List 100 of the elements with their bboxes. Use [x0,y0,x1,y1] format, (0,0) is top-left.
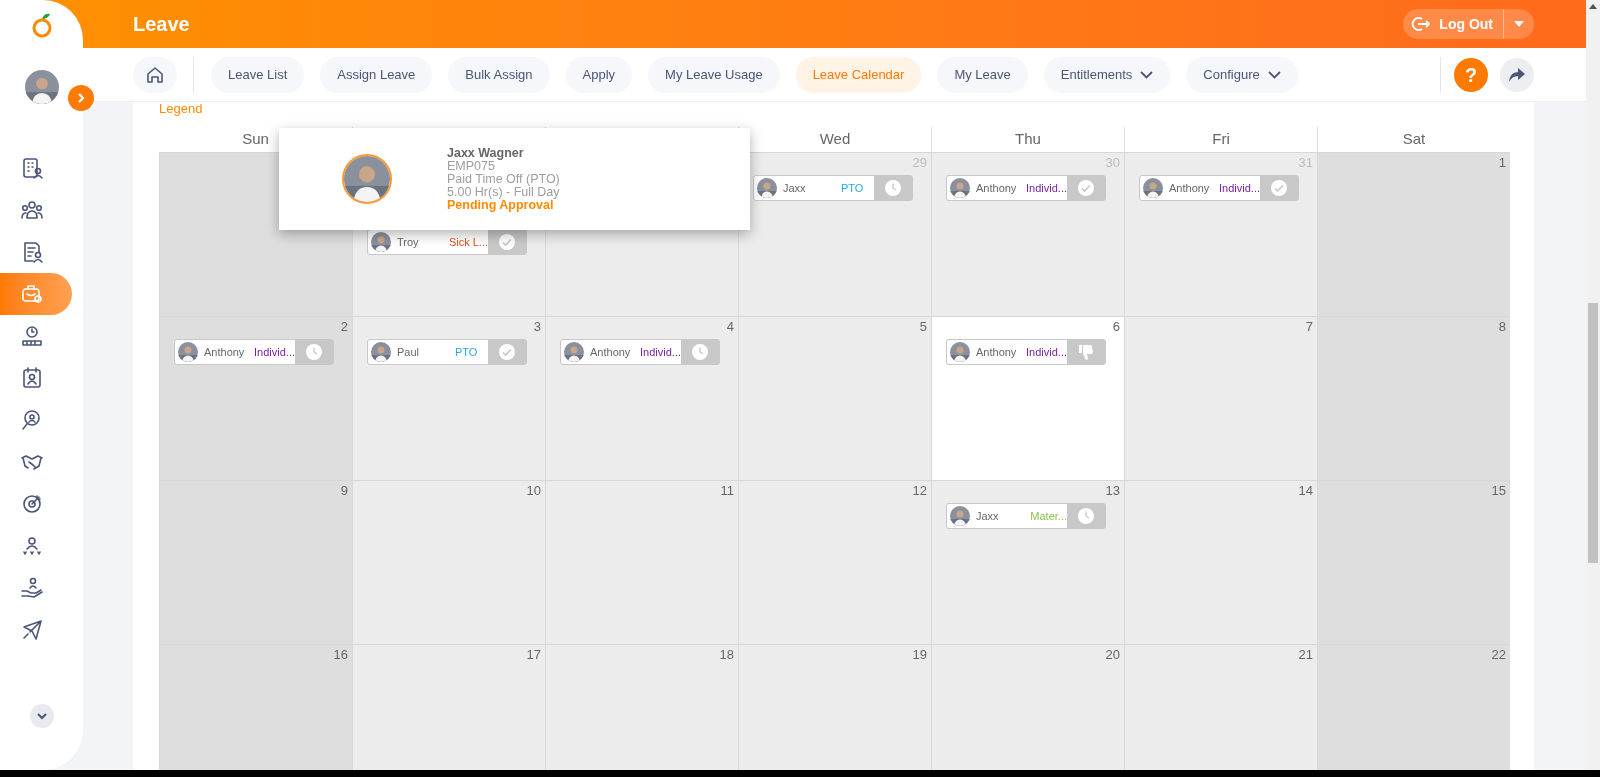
leave-type: Individ... [254,344,295,360]
date-number: 12 [912,482,927,500]
day-cell[interactable]: 6 Anthony Individ... [931,316,1124,480]
chevron-right-icon [76,92,86,104]
leave-event[interactable]: Troy Sick L... [367,229,527,255]
home-button[interactable] [133,56,177,93]
day-cell[interactable]: 3 Paul PTO [352,316,545,480]
logout-icon [1411,15,1432,33]
caret-icon [1514,21,1524,27]
nav-tab[interactable]: Apply [565,56,633,93]
employee-name: Anthony [590,344,632,360]
day-cell[interactable]: 16 [159,644,352,770]
leave-type: Individ... [640,344,681,360]
people-icon [20,198,44,222]
date-number: 2 [340,318,348,336]
employee-name: Paul [397,344,421,360]
day-cell[interactable]: 2 Anthony Individ... [159,316,352,480]
hand-person-icon [20,576,44,600]
day-cell[interactable]: 19 [738,644,931,770]
leave-event[interactable]: Paul PTO [367,339,527,365]
leave-event[interactable]: Jaxx PTO [753,175,913,201]
nav-tab[interactable]: My Leave [937,56,1028,93]
sidebar-item[interactable] [0,273,72,315]
person-stars-icon [20,534,44,558]
day-cell[interactable]: 14 [1124,480,1317,644]
leave-event[interactable]: Anthony Individ... [560,339,720,365]
date-number: 22 [1491,646,1506,664]
target-icon [20,492,44,516]
day-cell[interactable]: 21 [1124,644,1317,770]
scroll-up-icon[interactable] [1589,4,1597,9]
expand-button[interactable] [68,85,94,111]
weekday-header: Thu [1015,129,1041,150]
day-cell[interactable]: 18 [545,644,738,770]
day-cell[interactable]: 10 [352,480,545,644]
day-cell[interactable]: 20 [931,644,1124,770]
leave-type: Individ... [1026,180,1067,196]
airplane-icon [20,618,44,642]
date-number: 19 [912,646,927,664]
date-number: 7 [1305,318,1313,336]
leave-type: Mater... [1030,508,1067,524]
date-number: 4 [726,318,734,336]
page-title: Leave [133,12,190,37]
employee-id: EMP075 [447,159,495,173]
briefcase-gear-icon [20,282,44,306]
day-cell[interactable]: 13 Jaxx Mater... [931,480,1124,644]
date-number: 10 [526,482,541,500]
building-person-icon [20,156,44,180]
day-cell[interactable]: 1 [1317,152,1510,316]
calendar-person-icon [20,366,44,390]
date-number: 6 [1112,318,1120,336]
nav-tab[interactable]: Assign Leave [320,56,433,93]
weekday-header: Fri [1212,129,1230,150]
day-cell[interactable]: 8 [1317,316,1510,480]
employee-name: Anthony [1169,180,1211,196]
date-number: 11 [720,482,734,500]
date-number: 18 [719,646,734,664]
day-cell[interactable]: 9 [159,480,352,644]
leave-event[interactable]: Anthony Individ... [1139,175,1299,201]
weekday-header: Wed [819,129,851,150]
share-button[interactable] [1500,57,1534,92]
leave-type: Individ... [1219,180,1260,196]
day-cell[interactable]: 15 [1317,480,1510,644]
date-number: 13 [1105,482,1120,500]
leave-type: Sick L... [448,234,488,250]
leave-event[interactable]: Anthony Individ... [946,339,1106,365]
scrollbar-thumb[interactable] [1588,303,1598,563]
collapse-button[interactable] [29,704,54,728]
employee-name: Anthony [204,344,246,360]
nav-tab[interactable]: Configure [1186,56,1298,93]
nav-tab[interactable]: Bulk Assign [448,56,550,93]
date-number: 14 [1298,482,1313,500]
employee-name: Jaxx [976,508,1000,524]
leave-type: PTO [841,180,864,196]
leave-event[interactable]: Anthony Individ... [946,175,1106,201]
day-cell[interactable]: 22 [1317,644,1510,770]
employee-name: Troy [397,234,420,250]
day-cell[interactable]: 17 [352,644,545,770]
home-icon [145,64,165,85]
chevron-down-icon [35,712,48,720]
employee-name: Jaxx [783,180,807,196]
day-cell[interactable]: 11 [545,480,738,644]
date-number: 15 [1491,482,1506,500]
day-cell[interactable]: 5 [738,316,931,480]
leave-type: Individ... [1026,344,1067,360]
scrollbar[interactable] [1586,0,1600,770]
day-cell[interactable]: 4 Anthony Individ... [545,316,738,480]
date-number: 9 [340,482,348,500]
leave-event[interactable]: Anthony Individ... [174,339,334,365]
day-cell[interactable]: 12 [738,480,931,644]
date-number: 3 [533,318,541,336]
date-number: 8 [1498,318,1506,336]
employee-name: Anthony [976,180,1018,196]
leave-event[interactable]: Jaxx Mater... [946,503,1106,529]
share-icon [1508,66,1526,83]
day-cell[interactable]: 7 [1124,316,1317,480]
nav-tab[interactable]: Leave List [211,56,305,93]
nav-tab[interactable]: My Leave Usage [648,56,780,93]
date-number: 21 [1298,646,1313,664]
nav-tab[interactable]: Entitlements [1043,56,1171,93]
weekday-header: Sat [1402,129,1426,150]
